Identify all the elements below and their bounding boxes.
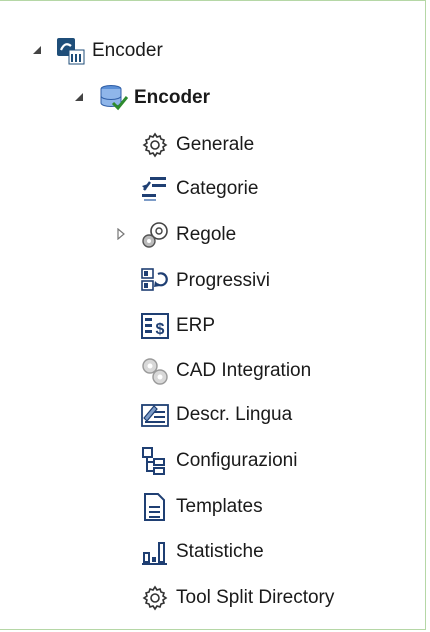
erp-dollar-icon: $ (140, 311, 170, 341)
template-document-icon (140, 492, 170, 522)
gear-icon (140, 583, 170, 613)
categories-icon (140, 174, 170, 204)
tree-node-configurazioni[interactable]: Configurazioni (140, 443, 297, 479)
tree-node-statistiche[interactable]: Statistiche (140, 534, 264, 570)
tree-node-label: Descr. Lingua (176, 404, 293, 425)
tree-node-label: Regole (176, 224, 237, 245)
tree-node-tool-split-directory[interactable]: Tool Split Directory (140, 580, 334, 616)
encoder-app-icon (56, 36, 86, 66)
progressive-icon (140, 266, 170, 296)
tree-node-label: Encoder (134, 87, 211, 108)
tree-panel: Encoder Encoder Generale Categorie Regol… (0, 0, 426, 630)
tree-node-cad-integration[interactable]: CAD Integration (140, 353, 311, 389)
gear-icon (140, 130, 170, 160)
database-check-icon (98, 83, 128, 113)
tree-node-root-encoder[interactable]: Encoder (56, 33, 163, 69)
tree-node-label: Tool Split Directory (176, 587, 335, 608)
tree-node-label: Configurazioni (176, 450, 298, 471)
tree-node-label: Categorie (176, 178, 259, 199)
tree-node-categorie[interactable]: Categorie (140, 171, 258, 207)
svg-text:$: $ (156, 321, 165, 338)
tree-node-progressivi[interactable]: Progressivi (140, 263, 270, 299)
cad-gears-icon (140, 356, 170, 386)
collapsed-arrow-icon[interactable] (114, 227, 128, 241)
tree-node-label: CAD Integration (176, 360, 312, 381)
tree-node-encoder-database[interactable]: Encoder (98, 80, 210, 116)
tree-node-erp[interactable]: $ ERP (140, 308, 215, 344)
tree-node-generale[interactable]: Generale (140, 127, 254, 163)
tree-node-label: Encoder (92, 40, 163, 61)
expand-arrow-icon[interactable] (72, 90, 86, 104)
statistics-icon (140, 537, 170, 567)
tree-node-label: Progressivi (176, 270, 270, 291)
tree-node-label: Generale (176, 134, 255, 155)
tree-node-regole[interactable]: Regole (140, 217, 236, 253)
gears-icon (140, 220, 170, 250)
tree-node-descr-lingua[interactable]: Descr. Lingua (140, 397, 292, 433)
tree-node-templates[interactable]: Templates (140, 489, 263, 525)
language-description-icon (140, 400, 170, 430)
configuration-icon (140, 446, 170, 476)
tree-node-label: ERP (176, 315, 216, 336)
tree-node-label: Templates (176, 496, 263, 517)
tree-node-label: Statistiche (176, 541, 264, 562)
expand-arrow-icon[interactable] (30, 43, 44, 57)
